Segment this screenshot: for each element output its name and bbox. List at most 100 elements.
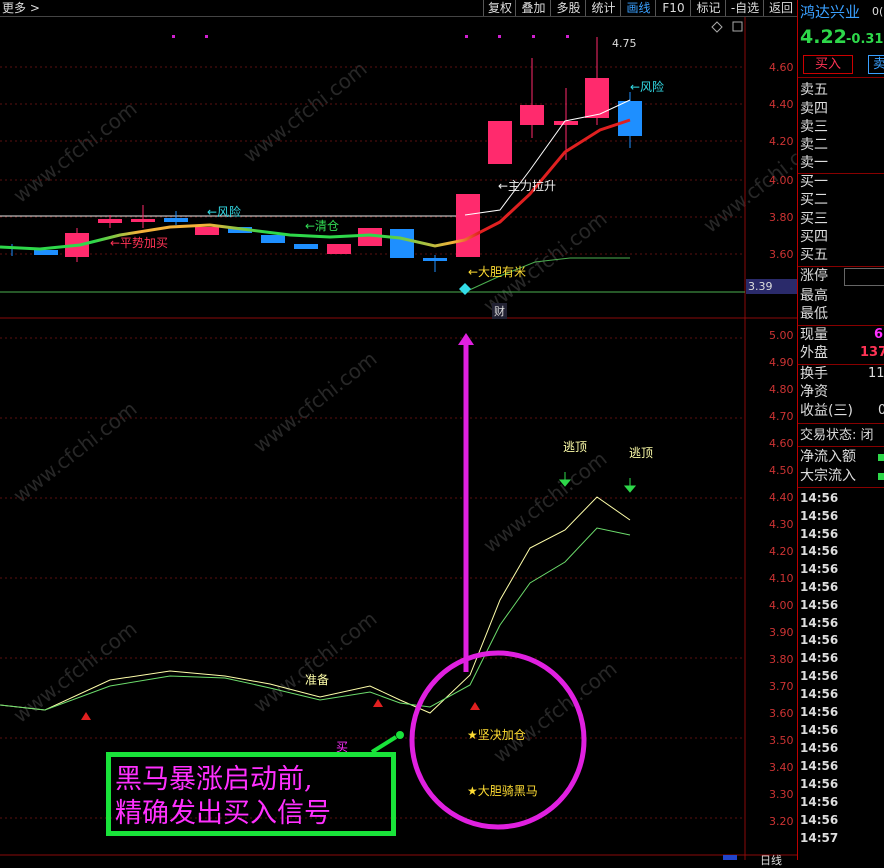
toolbar-button[interactable]: -自选 <box>725 0 764 16</box>
stat-label: 换手 <box>800 366 828 382</box>
cai-label: 财 <box>492 303 507 319</box>
limit-up-box <box>844 268 884 286</box>
stat-value: 6 <box>874 327 884 342</box>
flow-bar <box>878 473 884 480</box>
tick-time: 14:56 <box>800 795 839 809</box>
stat-value: 137 <box>860 345 884 360</box>
axis-tick: 3.80 <box>769 653 794 666</box>
stat-label: 最高 <box>800 288 828 304</box>
trend-add-label: ←平势加买 <box>110 236 169 250</box>
toolbar-button[interactable]: 统计 <box>585 0 621 16</box>
tick-time: 14:56 <box>800 777 839 791</box>
sell-button[interactable]: 卖 <box>868 55 884 74</box>
tick-time: 14:56 <box>800 723 839 737</box>
toolbar-button[interactable]: 叠加 <box>515 0 551 16</box>
tick-time: 14:56 <box>800 527 839 541</box>
price-marker: 3.39 <box>746 279 798 294</box>
axis-tick: 3.30 <box>769 788 794 801</box>
axis-tick: 3.20 <box>769 815 794 828</box>
bold-buy-label: ←大胆有米 <box>468 265 527 279</box>
tick-time: 14:56 <box>800 616 839 630</box>
tick-time: 14:56 <box>800 491 839 505</box>
sell-level: 卖三 <box>800 119 828 135</box>
daily-tab[interactable]: 日线 <box>760 852 782 868</box>
stat-value: 0 <box>878 403 884 418</box>
tick-time: 14:56 <box>800 759 839 773</box>
quote-panel: 鸿达兴业 0( 4.22 -0.31 买入 卖 卖五 卖四 卖三 卖二 卖一 买… <box>797 0 884 860</box>
axis-tick: 4.90 <box>769 356 794 369</box>
axis-tick: 3.90 <box>769 626 794 639</box>
callout-line: 黑马暴涨启动前, <box>115 764 313 795</box>
axis-tick: 3.60 <box>769 248 794 261</box>
more-menu[interactable]: 更多 > <box>2 0 40 16</box>
buy-level: 买四 <box>800 229 828 245</box>
stat-label: 收益(三) <box>800 403 853 419</box>
buy-level: 买一 <box>800 174 828 190</box>
stock-code: 0( <box>872 5 884 18</box>
high-price-label: 4.75 <box>612 37 637 50</box>
axis-tick: 4.60 <box>769 437 794 450</box>
buy-button[interactable]: 买入 <box>803 55 853 74</box>
toolbar-button[interactable]: F10 <box>655 0 691 16</box>
tick-time: 14:56 <box>800 562 839 576</box>
stat-label: 最低 <box>800 306 828 322</box>
stat-label: 净资 <box>800 384 828 400</box>
stat-value: 11 <box>868 366 884 381</box>
axis-tick: 4.70 <box>769 410 794 423</box>
callout-line: 精确发出买入信号 <box>115 798 331 829</box>
axis-tick: 4.80 <box>769 383 794 396</box>
kline-chart <box>0 17 797 860</box>
escape-top-label: 逃顶 <box>563 440 588 454</box>
tick-time: 14:56 <box>800 669 839 683</box>
tick-time: 14:56 <box>800 544 839 558</box>
tick-time: 14:56 <box>800 509 839 523</box>
sell-level: 卖五 <box>800 82 828 98</box>
flow-bar <box>878 454 884 461</box>
trade-status: 交易状态: 闭 <box>800 428 874 443</box>
sell-level: 卖四 <box>800 101 828 117</box>
stat-label: 涨停 <box>800 268 828 284</box>
top-toolbar: 更多 > 复权 叠加 多股 统计 画线 F10 标记 -自选 返回 <box>0 0 797 17</box>
axis-tick: 5.00 <box>769 329 794 342</box>
toolbar-button-draw[interactable]: 画线 <box>620 0 656 16</box>
tick-time: 14:57 <box>800 831 839 845</box>
tick-time: 14:56 <box>800 598 839 612</box>
toolbar-button[interactable]: 标记 <box>690 0 726 16</box>
toolbar-button[interactable]: 多股 <box>550 0 586 16</box>
axis-tick: 4.40 <box>769 491 794 504</box>
axis-tick: 3.50 <box>769 734 794 747</box>
sell-level: 卖一 <box>800 155 828 171</box>
stock-name: 鸿达兴业 <box>800 3 861 21</box>
axis-tick: 4.40 <box>769 98 794 111</box>
toolbar-button[interactable]: 复权 <box>483 0 516 16</box>
axis-tick: 3.40 <box>769 761 794 774</box>
risk-label: ←风险 <box>207 205 242 219</box>
ready-label: 准备 <box>305 673 330 687</box>
toolbar-button[interactable]: 返回 <box>763 0 798 16</box>
tick-time: 14:56 <box>800 741 839 755</box>
upper-grid <box>0 66 745 255</box>
flow-label: 净流入额 <box>800 449 856 465</box>
clear-label: ←清仓 <box>305 219 340 233</box>
axis-tick: 4.50 <box>769 464 794 477</box>
axis-tick: 4.60 <box>769 61 794 74</box>
tick-time: 14:56 <box>800 813 839 827</box>
buy-level: 买五 <box>800 247 828 263</box>
price-change: -0.31 <box>846 32 884 47</box>
risk-label: ←风险 <box>630 80 665 94</box>
axis-tick: 3.60 <box>769 707 794 720</box>
escape-top-label: 逃顶 <box>629 446 654 460</box>
tick-time: 14:56 <box>800 687 839 701</box>
last-price: 4.22 <box>800 26 847 48</box>
main-force-label: ←主力拉升 <box>498 179 557 193</box>
flow-label: 大宗流入 <box>800 468 856 484</box>
axis-tick: 4.10 <box>769 572 794 585</box>
axis-tick: 3.70 <box>769 680 794 693</box>
buy-level: 买三 <box>800 211 828 227</box>
tick-time: 14:56 <box>800 705 839 719</box>
stat-label: 现量 <box>800 327 828 343</box>
add-position-label: ★坚决加仓 <box>467 728 526 742</box>
tick-time: 14:56 <box>800 651 839 665</box>
axis-tick: 4.30 <box>769 518 794 531</box>
ride-horse-label: ★大胆骑黑马 <box>467 784 538 798</box>
